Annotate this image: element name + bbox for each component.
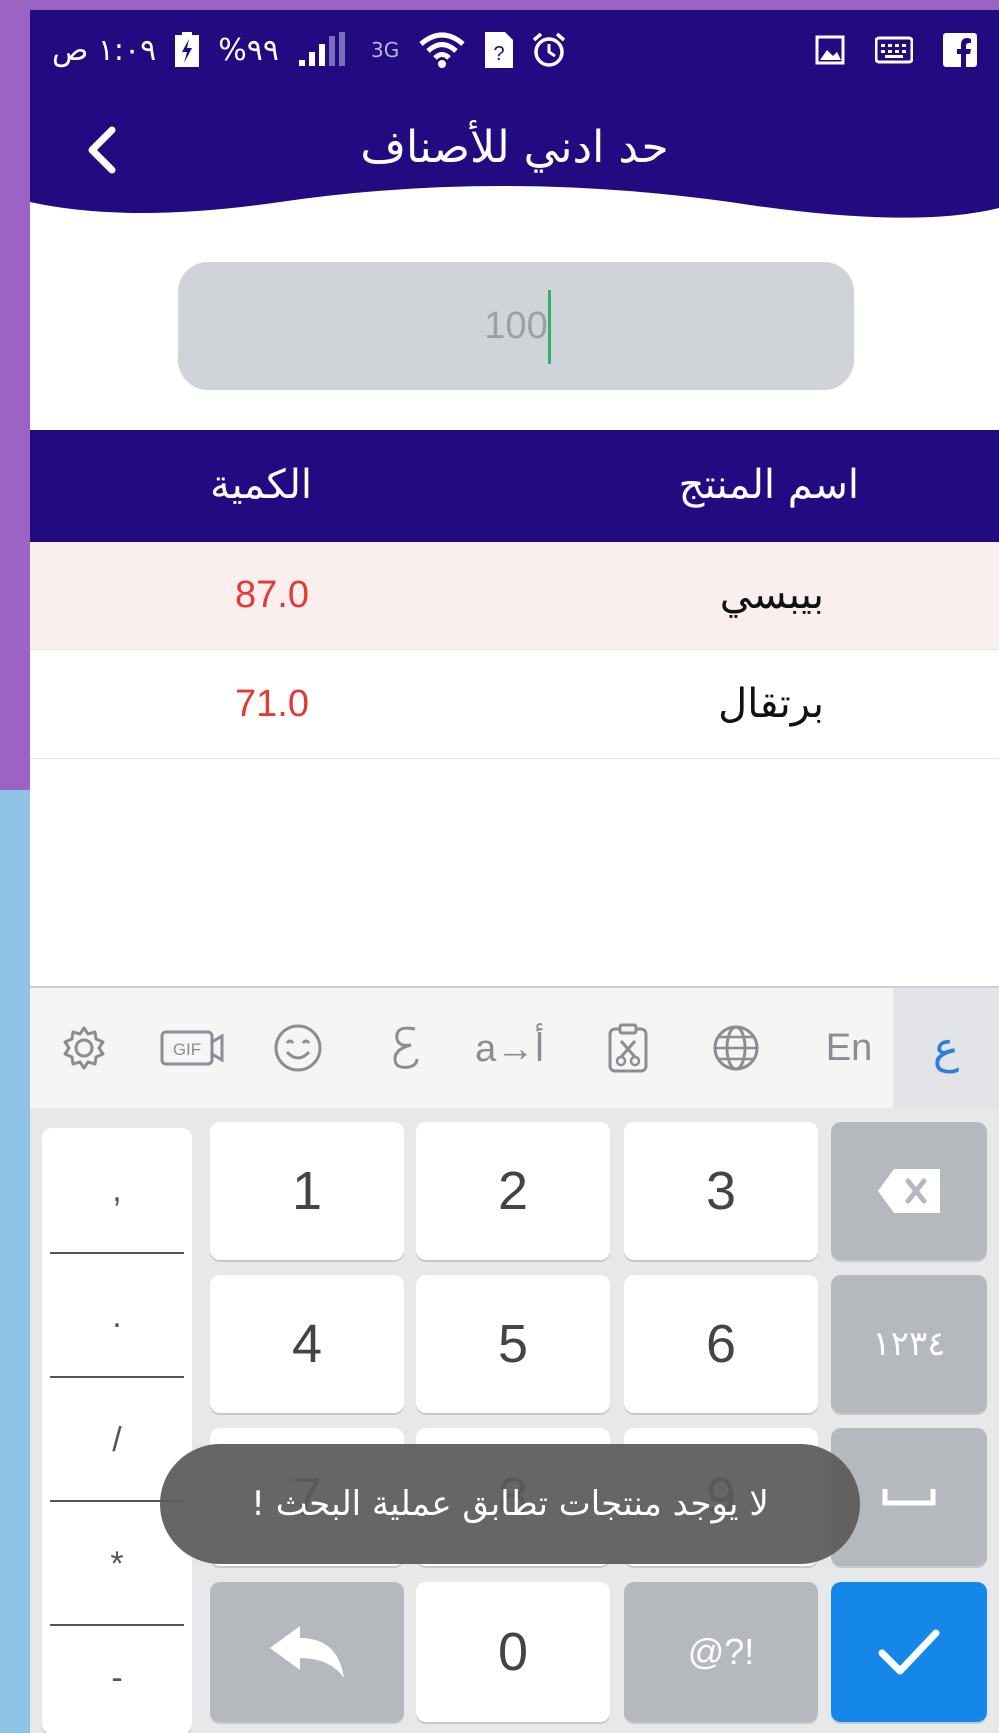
product-name-cell: برتقال (718, 681, 824, 727)
translate-icon[interactable]: a→أ (470, 1016, 550, 1080)
key-minus[interactable]: - (42, 1616, 192, 1733)
product-name-cell: بيبسي (719, 572, 824, 618)
gallery-icon (815, 35, 845, 65)
arabic-digits-key[interactable]: ١٢٣٤ (831, 1275, 987, 1413)
language-arabic-label: ع (932, 1022, 960, 1074)
background-left-purple (0, 0, 30, 790)
settings-icon[interactable] (52, 1016, 116, 1080)
key-1[interactable]: 1 (210, 1122, 404, 1260)
undo-key[interactable] (210, 1582, 404, 1722)
page-title: حد ادني للأصناف (360, 122, 669, 173)
key-6[interactable]: 6 (624, 1275, 818, 1413)
search-field[interactable] (178, 262, 854, 390)
status-time: ١:٠٩ ص (52, 32, 157, 68)
backspace-key[interactable] (831, 1122, 987, 1260)
table-row[interactable]: بيبسي 87.0 (30, 542, 999, 650)
reply-arrow-icon (270, 1626, 344, 1678)
table-header: اسم المنتج الكمية (30, 430, 999, 542)
sticker-icon[interactable] (380, 1016, 430, 1080)
status-left: ١:٠٩ ص %٩٩ 3G ? (52, 30, 567, 70)
keyboard-toolbar: GIF a→أ En ع (30, 988, 999, 1108)
key-5[interactable]: 5 (416, 1275, 610, 1413)
signal-icon (297, 32, 353, 68)
column-header-product-name: اسم المنتج (678, 462, 859, 508)
key-3[interactable]: 3 (624, 1122, 818, 1260)
status-network: 3G (371, 38, 400, 62)
language-arabic-button[interactable]: ع (893, 988, 999, 1108)
key-comma[interactable]: , (42, 1128, 192, 1252)
table-row[interactable]: برتقال 71.0 (30, 651, 999, 759)
clipboard-icon[interactable] (598, 1016, 658, 1080)
wifi-icon (417, 30, 467, 70)
done-key[interactable] (831, 1582, 987, 1722)
globe-icon[interactable] (706, 1016, 766, 1080)
svg-text:?: ? (494, 43, 505, 65)
svg-text:GIF: GIF (173, 1040, 201, 1059)
battery-charging-icon (174, 32, 200, 68)
quantity-cell: 87.0 (235, 574, 309, 616)
gif-icon[interactable]: GIF (156, 1016, 228, 1080)
checkmark-icon (878, 1629, 940, 1675)
status-battery: %٩٩ (218, 32, 280, 68)
key-0[interactable]: 0 (416, 1582, 610, 1722)
background-strip (0, 0, 999, 10)
key-period[interactable]: . (42, 1254, 192, 1378)
keyboard-icon (875, 36, 913, 64)
search-input[interactable] (178, 262, 854, 390)
toast-message: لا يوجد منتجات تطابق عملية البحث ! (160, 1444, 860, 1564)
sim-unknown-icon: ? (485, 32, 514, 68)
status-bar: ١:٠٩ ص %٩٩ 3G ? (30, 10, 999, 90)
language-english-label: En (825, 1026, 873, 1069)
status-right (815, 30, 977, 70)
symbol-column: , . / * - (42, 1128, 192, 1733)
backspace-icon (878, 1169, 940, 1213)
translate-label: a→أ (475, 1027, 545, 1070)
key-4[interactable]: 4 (210, 1275, 404, 1413)
alarm-icon (531, 32, 567, 68)
app-screen: ١:٠٩ ص %٩٩ 3G ? حد ادني للأصناف 100 اسم … (30, 10, 999, 1733)
text-caret (548, 290, 551, 364)
emoji-icon[interactable] (266, 1016, 330, 1080)
background-left-blue (0, 790, 30, 1733)
key-2[interactable]: 2 (416, 1122, 610, 1260)
column-header-quantity: الكمية (210, 462, 313, 508)
space-icon (882, 1489, 936, 1506)
facebook-icon (943, 33, 977, 67)
app-header: حد ادني للأصناف (30, 90, 999, 220)
language-english-button[interactable]: En (814, 1016, 884, 1080)
quantity-cell: 71.0 (235, 683, 309, 725)
symbols-key[interactable]: @?! (624, 1582, 818, 1722)
